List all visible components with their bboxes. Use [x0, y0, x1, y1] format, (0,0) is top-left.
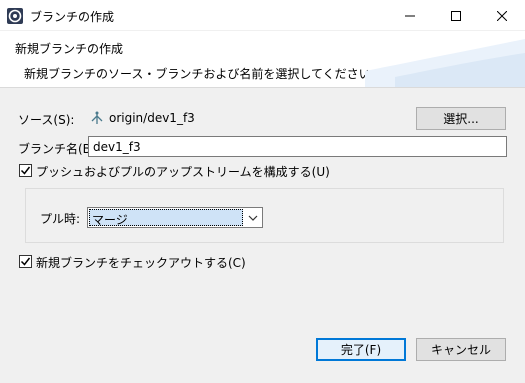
branch-name-input[interactable] [88, 136, 507, 157]
chevron-down-icon [243, 208, 262, 227]
finish-button[interactable]: 完了(F) [316, 338, 406, 361]
select-source-button[interactable]: 選択... [416, 107, 506, 130]
maximize-button[interactable] [433, 0, 479, 31]
checkmark-icon [20, 257, 31, 266]
pull-label: プル時: [40, 212, 81, 226]
upstream-group: プル時: マージ [25, 188, 504, 243]
form-panel: ソース(S): origin/dev1_f3 選択... ブランチ名(B): プ… [9, 88, 516, 383]
close-button[interactable] [479, 0, 525, 31]
pull-mode-select[interactable]: マージ [87, 207, 263, 228]
remote-branch-icon [90, 111, 104, 125]
title-bar: ブランチの作成 [0, 0, 525, 31]
eclipse-app-icon [7, 8, 23, 24]
header-title: 新規ブランチの作成 [15, 42, 124, 56]
source-value: origin/dev1_f3 [109, 111, 195, 125]
header-banner-graphic [365, 39, 525, 87]
maximize-icon [451, 10, 461, 21]
header-message: 新規ブランチのソース・ブランチおよび名前を選択してください [24, 67, 371, 81]
minimize-icon [405, 15, 415, 16]
dialog-body: ソース(S): origin/dev1_f3 選択... ブランチ名(B): プ… [0, 88, 525, 383]
checkout-checkbox[interactable] [19, 255, 32, 268]
minimize-button[interactable] [387, 0, 433, 31]
configure-upstream-checkbox[interactable] [19, 164, 32, 177]
source-label: ソース(S): [18, 113, 75, 127]
close-icon [497, 10, 507, 21]
checkout-label: 新規ブランチをチェックアウトする(C) [36, 256, 246, 270]
configure-upstream-label: プッシュおよびプルのアップストリームを構成する(U) [36, 165, 330, 179]
pull-mode-value: マージ [89, 209, 243, 227]
cancel-button[interactable]: キャンセル [416, 338, 506, 361]
window-title: ブランチの作成 [30, 10, 115, 24]
checkmark-icon [20, 166, 31, 175]
dialog-header: 新規ブランチの作成 新規ブランチのソース・ブランチおよび名前を選択してください [0, 31, 525, 88]
